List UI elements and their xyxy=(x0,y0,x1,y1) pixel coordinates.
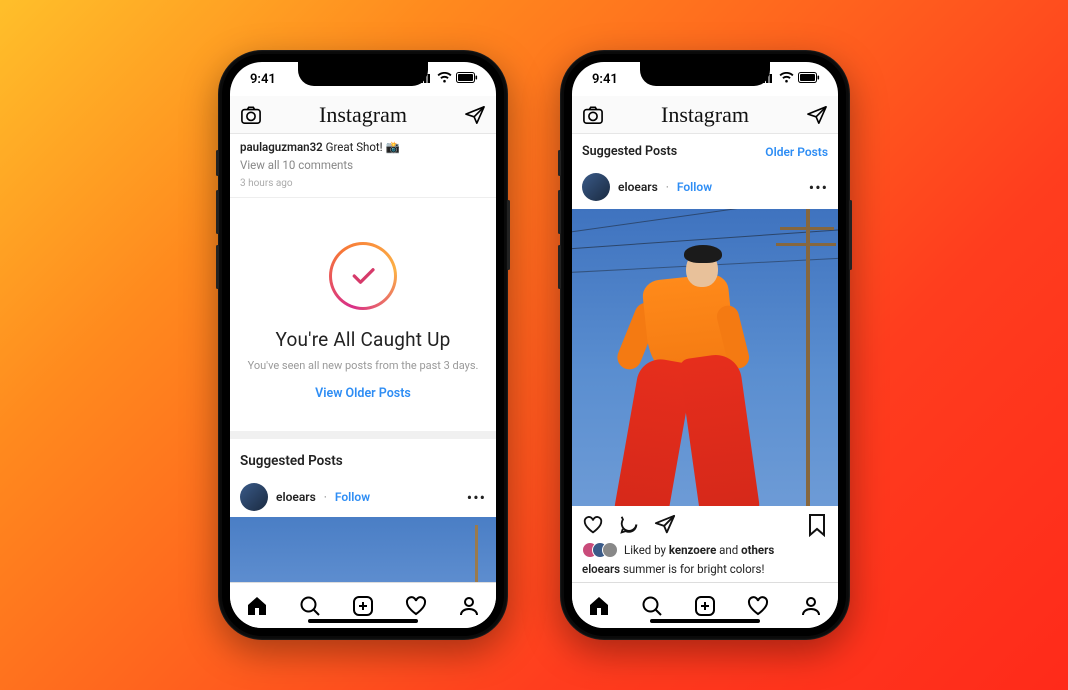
wifi-icon xyxy=(779,72,794,87)
status-time: 9:41 xyxy=(592,72,618,87)
camera-icon[interactable] xyxy=(582,104,604,126)
follow-link[interactable]: Follow xyxy=(335,490,370,504)
app-header: Instagram xyxy=(572,96,838,134)
post-user[interactable]: eloears xyxy=(276,490,316,504)
share-icon[interactable] xyxy=(654,514,676,536)
search-tab-icon[interactable] xyxy=(298,594,322,618)
status-time: 9:41 xyxy=(250,72,276,87)
dot-separator: · xyxy=(324,490,327,504)
profile-tab-icon[interactable] xyxy=(457,594,481,618)
activity-tab-icon[interactable] xyxy=(746,594,770,618)
post-image[interactable] xyxy=(572,209,838,506)
post-image-peek[interactable] xyxy=(230,517,496,582)
activity-tab-icon[interactable] xyxy=(404,594,428,618)
battery-icon xyxy=(456,72,478,87)
prev-post-footer: paulaguzman32 Great Shot! 📸 View all 10 … xyxy=(230,134,496,198)
save-icon[interactable] xyxy=(806,514,828,536)
create-tab-icon[interactable] xyxy=(693,594,717,618)
view-all-comments-link[interactable]: View all 10 comments xyxy=(240,158,486,172)
comment-text: Great Shot! 📸 xyxy=(326,140,400,154)
home-tab-icon[interactable] xyxy=(245,594,269,618)
dm-icon[interactable] xyxy=(806,104,828,126)
view-older-posts-link[interactable]: View Older Posts xyxy=(240,386,486,401)
older-posts-link[interactable]: Older Posts xyxy=(765,145,828,159)
caption-user[interactable]: eloears xyxy=(582,562,620,576)
liked-prefix: Liked by xyxy=(624,543,669,557)
suggested-header: Suggested Posts xyxy=(230,439,496,477)
profile-tab-icon[interactable] xyxy=(799,594,823,618)
comment-icon[interactable] xyxy=(618,514,640,536)
phone-right: 9:41 Instagram Suggested Posts Older Pos… xyxy=(560,50,850,640)
suggested-bar: Suggested Posts Older Posts xyxy=(572,134,838,169)
suggested-post-header: eloears · Follow ••• xyxy=(230,477,496,517)
brand-logo: Instagram xyxy=(319,102,407,128)
caught-up-sub: You've seen all new posts from the past … xyxy=(240,359,486,372)
device-notch xyxy=(298,62,428,86)
home-tab-icon[interactable] xyxy=(587,594,611,618)
caption-text: summer is for bright colors! xyxy=(623,562,764,576)
post-header: eloears · Follow ••• xyxy=(572,169,838,209)
post-more-icon[interactable]: ••• xyxy=(467,488,486,507)
liked-others[interactable]: others xyxy=(741,543,774,557)
wifi-icon xyxy=(437,72,452,87)
create-tab-icon[interactable] xyxy=(351,594,375,618)
caption: eloears summer is for bright colors! xyxy=(572,562,838,582)
dot-separator: · xyxy=(666,180,669,194)
liked-suffix: and xyxy=(716,543,741,557)
like-icon[interactable] xyxy=(582,514,604,536)
likers-avatars xyxy=(582,542,618,558)
comment-author[interactable]: paulaguzman32 xyxy=(240,140,323,154)
camera-icon[interactable] xyxy=(240,104,262,126)
app-header: Instagram xyxy=(230,96,496,134)
avatar[interactable] xyxy=(240,483,268,511)
feed-content: Suggested Posts Older Posts eloears · Fo… xyxy=(572,134,838,582)
search-tab-icon[interactable] xyxy=(640,594,664,618)
dm-icon[interactable] xyxy=(464,104,486,126)
liked-by-name[interactable]: kenzoere xyxy=(669,543,716,557)
suggested-header: Suggested Posts xyxy=(582,144,677,159)
comment-line[interactable]: paulaguzman32 Great Shot! 📸 xyxy=(240,140,486,154)
caught-up-card: You're All Caught Up You've seen all new… xyxy=(230,198,496,439)
likes-row[interactable]: Liked by kenzoere and others xyxy=(572,540,838,562)
post-user[interactable]: eloears xyxy=(618,180,658,194)
caught-up-ring-icon xyxy=(329,242,397,310)
post-actions xyxy=(572,506,838,540)
device-notch xyxy=(640,62,770,86)
post-more-icon[interactable]: ••• xyxy=(809,178,828,197)
brand-logo: Instagram xyxy=(661,102,749,128)
avatar[interactable] xyxy=(582,173,610,201)
feed-content: paulaguzman32 Great Shot! 📸 View all 10 … xyxy=(230,134,496,582)
battery-icon xyxy=(798,72,820,87)
home-indicator[interactable] xyxy=(308,619,418,623)
caught-up-title: You're All Caught Up xyxy=(240,328,486,351)
phone-left: 9:41 Instagram paulaguzman32 Great xyxy=(218,50,508,640)
home-indicator[interactable] xyxy=(650,619,760,623)
follow-link[interactable]: Follow xyxy=(677,180,712,194)
post-time: 3 hours ago xyxy=(240,178,486,189)
